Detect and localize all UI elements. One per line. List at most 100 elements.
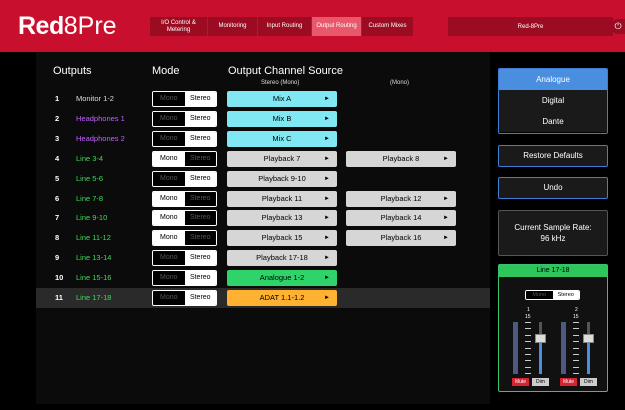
output-row[interactable]: 8 Line 11-12 Mono Stereo Playback 15 ► Playbac…: [36, 228, 490, 248]
output-row[interactable]: 9 Line 13-14 Mono Stereo Playback 17-18 ►: [36, 248, 490, 268]
output-routing-panel: Outputs Mode Output Channel Source Stere…: [36, 52, 490, 404]
output-row[interactable]: 7 Line 9-10 Mono Stereo Playback 13 ► Playback…: [36, 208, 490, 228]
stereo-option[interactable]: Stereo: [184, 111, 216, 126]
mono-option[interactable]: Mono: [153, 251, 185, 266]
nav-tab[interactable]: Monitoring: [208, 17, 258, 36]
mono-source-dropdown[interactable]: Playback 14 ►: [346, 210, 456, 227]
output-name: Headphones 1: [76, 113, 125, 123]
source-label: ADAT 1.1-1.2: [259, 293, 305, 302]
dim-button[interactable]: Dim: [532, 378, 549, 386]
dropdown-arrow-icon: ►: [443, 155, 449, 162]
digital-io-selector: Analogue Digital Dante: [498, 68, 608, 134]
fader-scale: [573, 322, 579, 375]
mode-toggle: Mono Stereo: [152, 150, 217, 167]
output-row[interactable]: 6 Line 7-8 Mono Stereo Playback 11 ► Playback …: [36, 189, 490, 209]
power-icon[interactable]: ⏻: [611, 19, 625, 34]
mode-toggle: Mono Stereo: [152, 170, 217, 187]
mono-option[interactable]: Mono: [153, 191, 185, 206]
scale-tick: [525, 366, 531, 368]
mono-option[interactable]: Mono: [153, 92, 185, 106]
stereo-option[interactable]: Stereo: [184, 251, 216, 266]
mono-source-dropdown[interactable]: Playback 8 ►: [346, 150, 456, 167]
dropdown-arrow-icon: ►: [324, 215, 330, 222]
mono-option[interactable]: Mono: [153, 231, 185, 246]
source-dropdown[interactable]: Playback 17-18 ►: [227, 250, 337, 267]
monitor-stereo-option[interactable]: Stereo: [552, 291, 579, 299]
stereo-option[interactable]: Stereo: [184, 211, 216, 226]
mute-button[interactable]: Mute: [560, 378, 577, 386]
undo-button[interactable]: Undo: [498, 177, 608, 199]
output-row[interactable]: 11 Line 17-18 Mono Stereo ADAT 1.1-1.2 ►: [36, 288, 490, 308]
source-dropdown[interactable]: ADAT 1.1-1.2 ►: [227, 290, 337, 306]
mode-toggle: Mono Stereo: [152, 250, 217, 267]
output-row[interactable]: 1 Monitor 1-2 Mono Stereo Mix A ►: [36, 89, 490, 109]
outputs-header: Outputs: [53, 65, 92, 77]
mode-header: Mode: [152, 65, 180, 77]
nav-tab[interactable]: I/O Control & Metering: [150, 17, 208, 36]
stereo-option[interactable]: Stereo: [184, 92, 216, 106]
mono-option[interactable]: Mono: [153, 271, 185, 286]
source-dropdown[interactable]: Mix C ►: [227, 130, 337, 147]
mono-option[interactable]: Mono: [153, 131, 185, 146]
mono-option[interactable]: Mono: [153, 151, 185, 166]
source-dropdown[interactable]: Playback 9-10 ►: [227, 170, 337, 187]
source-dropdown[interactable]: Playback 15 ►: [227, 230, 337, 247]
output-name: Line 7-8: [76, 193, 104, 203]
stereo-option[interactable]: Stereo: [184, 271, 216, 286]
output-name: Line 3-4: [76, 153, 104, 163]
stereo-option[interactable]: Stereo: [184, 171, 216, 186]
scale-tick: [525, 354, 531, 355]
scale-top-label: 15: [573, 314, 579, 320]
app-logo: Red8Pre: [18, 11, 117, 41]
dropdown-arrow-icon: ►: [324, 96, 330, 102]
mode-toggle: Mono Stereo: [152, 91, 217, 107]
source-dropdown[interactable]: Mix B ►: [227, 110, 337, 127]
mono-option[interactable]: Mono: [153, 211, 185, 226]
dim-button[interactable]: Dim: [580, 378, 597, 386]
mono-source-dropdown[interactable]: Playback 12 ►: [346, 190, 456, 207]
fader-track: [587, 322, 590, 374]
source-dropdown[interactable]: Analogue 1-2 ►: [227, 270, 337, 287]
digital-io-option[interactable]: Digital: [499, 90, 607, 111]
mono-option[interactable]: Mono: [153, 171, 185, 186]
output-number: 6: [55, 193, 60, 203]
sample-rate-label: Current Sample Rate:: [514, 223, 592, 232]
mono-source-dropdown[interactable]: Playback 16 ►: [346, 230, 456, 247]
stereo-option[interactable]: Stereo: [184, 131, 216, 146]
stereo-option[interactable]: Stereo: [184, 291, 216, 305]
nav-tab[interactable]: Output Routing: [312, 17, 362, 36]
source-dropdown[interactable]: Mix A ►: [227, 91, 337, 107]
stereo-option[interactable]: Stereo: [184, 231, 216, 246]
mute-button[interactable]: Mute: [512, 378, 529, 386]
logo-bold: Red: [18, 12, 64, 40]
restore-defaults-button[interactable]: Restore Defaults: [498, 145, 608, 167]
stereo-option[interactable]: Stereo: [184, 151, 216, 166]
source-label: Playback 9-10: [258, 173, 306, 183]
device-selector[interactable]: Red-8Pre: [448, 17, 613, 36]
channel-label: 1: [527, 307, 530, 313]
source-dropdown[interactable]: Playback 7 ►: [227, 150, 337, 167]
fader-handle[interactable]: [535, 333, 546, 343]
source-dropdown[interactable]: Playback 11 ►: [227, 190, 337, 207]
output-row[interactable]: 2 Headphones 1 Mono Stereo Mix B ►: [36, 109, 490, 129]
mono-option[interactable]: Mono: [153, 291, 185, 305]
output-row[interactable]: 5 Line 5-6 Mono Stereo Playback 9-10 ►: [36, 169, 490, 189]
output-row[interactable]: 10 Line 15-16 Mono Stereo Analogue 1-2 ►: [36, 268, 490, 288]
monitor-mono-option[interactable]: Mono: [526, 291, 553, 299]
nav-tab[interactable]: Input Routing: [258, 17, 312, 36]
dropdown-arrow-icon: ►: [324, 135, 330, 142]
stereo-option[interactable]: Stereo: [184, 191, 216, 206]
nav-tab[interactable]: Custom Mixes: [362, 17, 414, 36]
digital-io-option[interactable]: Dante: [499, 111, 607, 132]
source-dropdown[interactable]: Playback 13 ►: [227, 210, 337, 227]
mono-option[interactable]: Mono: [153, 111, 185, 126]
output-row[interactable]: 3 Headphones 2 Mono Stereo Mix C ►: [36, 129, 490, 149]
device-name: Red-8Pre: [517, 23, 544, 30]
output-number: 2: [55, 113, 60, 123]
output-row[interactable]: 4 Line 3-4 Mono Stereo Playback 7 ► Playback 8…: [36, 149, 490, 169]
digital-io-option[interactable]: Analogue: [499, 69, 607, 90]
mono-source-label: Playback 14: [380, 213, 422, 223]
source-label: Playback 11: [261, 193, 303, 203]
fader-handle[interactable]: [583, 333, 594, 343]
output-number: 1: [55, 94, 60, 103]
